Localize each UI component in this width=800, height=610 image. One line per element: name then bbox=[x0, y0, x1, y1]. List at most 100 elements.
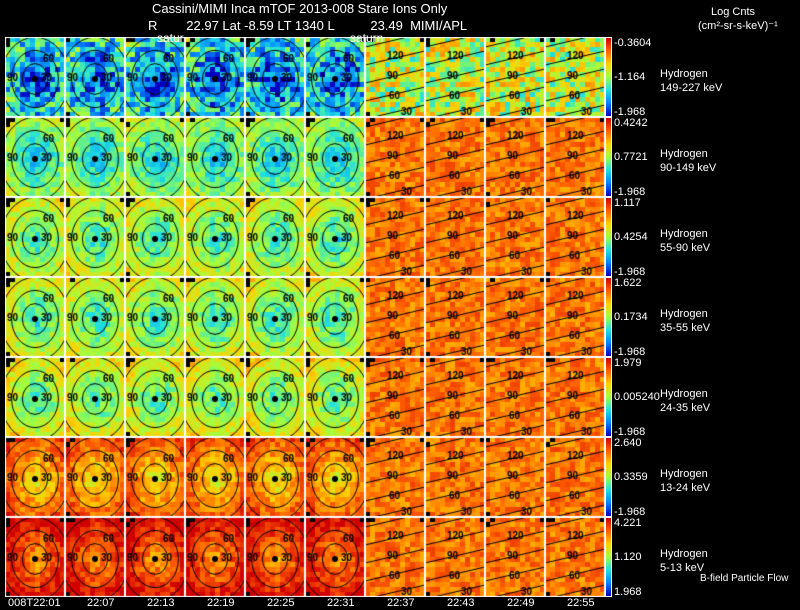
image-panel bbox=[125, 357, 185, 437]
image-panel bbox=[65, 437, 125, 517]
colorbar-max-label: 4.221 bbox=[614, 517, 642, 529]
species-label: Hydrogen bbox=[660, 388, 708, 400]
image-panel bbox=[125, 277, 185, 357]
image-panel bbox=[425, 277, 485, 357]
image-panel bbox=[425, 37, 485, 117]
image-panel bbox=[425, 437, 485, 517]
row-label: Hydrogen 90-149 keV bbox=[660, 147, 716, 175]
time-tick-label: 22:37 bbox=[387, 597, 415, 609]
time-tick-label: 22:19 bbox=[207, 597, 235, 609]
image-panel bbox=[65, 197, 125, 277]
image-panel bbox=[485, 357, 545, 437]
energy-label: 13-24 keV bbox=[660, 482, 711, 494]
time-tick-label: 22:25 bbox=[267, 597, 295, 609]
image-panel bbox=[185, 197, 245, 277]
image-panel bbox=[485, 197, 545, 277]
image-panel bbox=[485, 117, 545, 197]
time-tick-label: 22:31 bbox=[327, 597, 355, 609]
row-label: Hydrogen 24-35 keV bbox=[660, 387, 710, 415]
image-panel bbox=[485, 517, 545, 597]
time-tick-label: 22:07 bbox=[87, 597, 115, 609]
image-panel bbox=[545, 117, 605, 197]
footer-note: B-field Particle Flow bbox=[700, 573, 789, 584]
colorbar-mid-label: 0.4254 bbox=[614, 231, 648, 243]
colorbar bbox=[605, 357, 612, 437]
image-panel bbox=[305, 437, 365, 517]
image-panel bbox=[5, 117, 65, 197]
image-panel bbox=[485, 37, 545, 117]
image-panel bbox=[425, 197, 485, 277]
image-panel bbox=[65, 357, 125, 437]
image-panel bbox=[365, 357, 425, 437]
units-formula: (cm²-sr-s-keV)⁻¹ bbox=[698, 20, 778, 32]
image-panel bbox=[245, 277, 305, 357]
image-panel bbox=[485, 437, 545, 517]
image-panel bbox=[545, 277, 605, 357]
colorbar-max-label: 1.117 bbox=[614, 197, 641, 209]
image-panel bbox=[425, 517, 485, 597]
colorbar-max-label: 1.979 bbox=[614, 357, 642, 369]
image-panel bbox=[125, 197, 185, 277]
image-panel bbox=[185, 277, 245, 357]
image-panel bbox=[185, 117, 245, 197]
species-label: Hydrogen bbox=[660, 68, 708, 80]
colorbar-mid-label: 0.005240 bbox=[614, 391, 660, 403]
image-panel bbox=[305, 357, 365, 437]
row-label: Hydrogen 5-13 keV bbox=[660, 547, 708, 575]
row-label: Hydrogen 55-90 keV bbox=[660, 227, 710, 255]
species-label: Hydrogen bbox=[660, 228, 708, 240]
image-panel bbox=[425, 357, 485, 437]
image-panel bbox=[5, 277, 65, 357]
image-panel bbox=[185, 37, 245, 117]
image-panel bbox=[365, 437, 425, 517]
image-panel bbox=[245, 37, 305, 117]
colorbar bbox=[605, 117, 612, 197]
energy-label: 149-227 keV bbox=[660, 82, 723, 94]
colorbar-min-label: 1.968 bbox=[614, 586, 642, 598]
energy-label: 24-35 keV bbox=[660, 402, 711, 414]
species-label: Hydrogen bbox=[660, 308, 708, 320]
colorbar bbox=[605, 37, 612, 117]
image-panel bbox=[305, 37, 365, 117]
image-panel bbox=[65, 277, 125, 357]
image-panel bbox=[545, 37, 605, 117]
colorbar bbox=[605, 437, 612, 517]
image-panel bbox=[185, 357, 245, 437]
image-panel bbox=[365, 517, 425, 597]
image-panel bbox=[185, 517, 245, 597]
image-panel bbox=[65, 37, 125, 117]
image-panel bbox=[245, 117, 305, 197]
image-panel bbox=[5, 437, 65, 517]
image-panel bbox=[5, 517, 65, 597]
panel-label: saturn bbox=[350, 31, 384, 45]
image-panel bbox=[365, 37, 425, 117]
image-panel bbox=[365, 117, 425, 197]
time-tick-label: 22:55 bbox=[567, 597, 595, 609]
plot-title: Cassini/MIMI Inca mTOF 2013-008 Stare Io… bbox=[152, 1, 448, 16]
image-panel bbox=[305, 117, 365, 197]
image-panel bbox=[545, 517, 605, 597]
colorbar-max-label: 0.4242 bbox=[614, 117, 648, 129]
image-panel bbox=[245, 197, 305, 277]
time-tick-label: 22:49 bbox=[507, 597, 535, 609]
colorbar-max-label: -0.3604 bbox=[614, 37, 652, 49]
energy-label: 55-90 keV bbox=[660, 242, 711, 254]
colorbar-max-label: 2.640 bbox=[614, 437, 642, 449]
colorbar bbox=[605, 197, 612, 277]
image-panel bbox=[245, 517, 305, 597]
plot-subtitle: R 22.97 Lat -8.59 LT 1340 L 23.49 MIMI/A… bbox=[148, 18, 468, 33]
colorbar bbox=[605, 517, 612, 597]
time-tick-label: 008T22:01 bbox=[8, 597, 61, 609]
colorbar-mid-label: 0.1734 bbox=[614, 311, 648, 323]
units-label: Log Cnts bbox=[711, 6, 756, 18]
image-panel bbox=[305, 197, 365, 277]
image-panel bbox=[125, 517, 185, 597]
image-panel bbox=[65, 517, 125, 597]
image-panel bbox=[65, 117, 125, 197]
image-panel bbox=[485, 277, 545, 357]
colorbar bbox=[605, 277, 612, 357]
energy-label: 90-149 keV bbox=[660, 162, 717, 174]
image-panel bbox=[125, 37, 185, 117]
image-panel bbox=[365, 277, 425, 357]
image-panel bbox=[245, 437, 305, 517]
